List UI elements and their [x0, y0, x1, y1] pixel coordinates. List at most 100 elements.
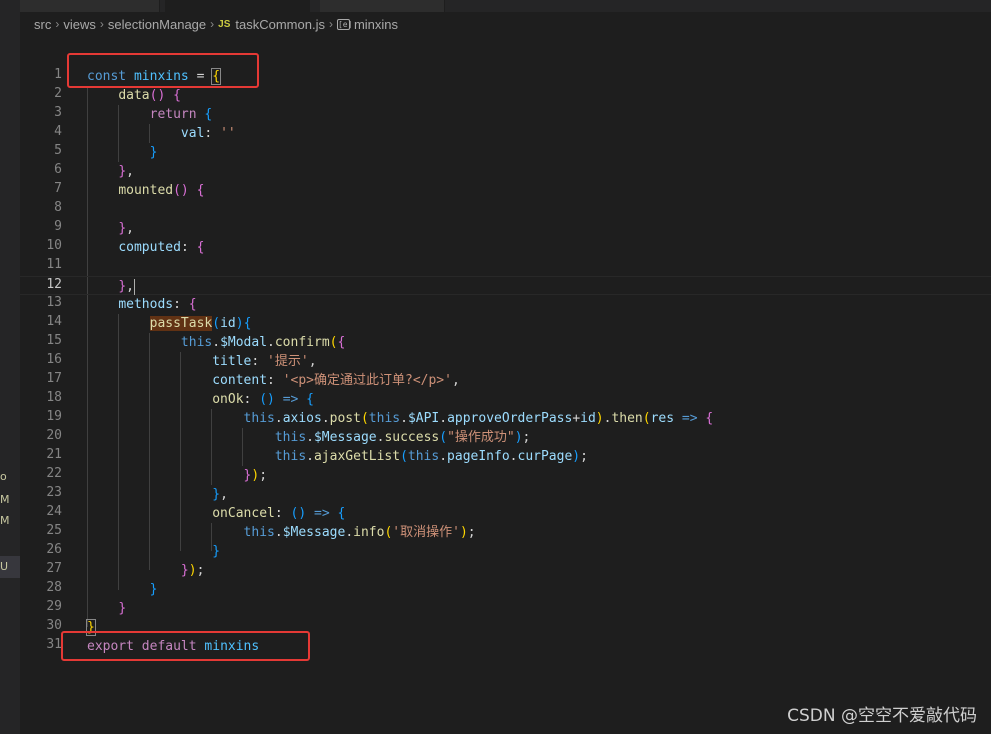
code-line[interactable]: 13 methods: { [20, 295, 991, 314]
code-line[interactable]: 4 val: '' [20, 124, 991, 143]
code-text: }, [118, 278, 135, 295]
activity-strip: o M M U [0, 0, 20, 734]
code-text: title: '提示', [212, 354, 317, 369]
code-text: } [118, 601, 127, 616]
code-text: methods: { [118, 297, 197, 312]
line-number: 24 [46, 504, 62, 519]
line-number: 23 [46, 485, 62, 500]
code-text: val: '' [180, 126, 236, 141]
code-line[interactable]: 25 this.$Message.info('取消操作'); [20, 523, 991, 542]
code-text: this.$Message.success("操作成功"); [274, 430, 531, 445]
editor-tabs [20, 0, 991, 12]
breadcrumb-symbol[interactable]: minxins [354, 17, 398, 32]
line-number: 26 [46, 542, 62, 557]
code-line[interactable]: 3 return { [20, 105, 991, 124]
git-status-mark: M [0, 514, 10, 527]
breadcrumb-src[interactable]: src [34, 17, 51, 32]
code-line[interactable]: 19 this.axios.post(this.$API.approveOrde… [20, 409, 991, 428]
line-number: 30 [46, 618, 62, 633]
line-number: 15 [46, 333, 62, 348]
code-line[interactable]: 9 }, [20, 219, 991, 238]
code-text: data() { [118, 88, 181, 103]
code-text: } [149, 145, 158, 160]
code-text: } [212, 544, 221, 559]
annotation-box-export [61, 631, 310, 661]
line-number: 10 [46, 238, 62, 253]
code-line[interactable]: 28 } [20, 580, 991, 599]
breadcrumb-folder[interactable]: selectionManage [108, 17, 206, 32]
code-line[interactable]: 18 onOk: () => { [20, 390, 991, 409]
line-number: 29 [46, 599, 62, 614]
code-line[interactable]: 5 } [20, 143, 991, 162]
code-line[interactable]: 23 }, [20, 485, 991, 504]
code-line[interactable]: 29 } [20, 599, 991, 618]
code-line[interactable]: 22 }); [20, 466, 991, 485]
line-number: 21 [46, 447, 62, 462]
code-line[interactable]: 2 data() { [20, 86, 991, 105]
code-line[interactable]: 27 }); [20, 561, 991, 580]
code-line[interactable]: 11 [20, 257, 991, 276]
git-status-mark: M [0, 493, 10, 506]
line-number: 1 [54, 67, 62, 82]
line-number: 2 [54, 86, 62, 101]
code-text: computed: { [118, 240, 205, 255]
code-line-current[interactable]: 12 }, [20, 276, 991, 295]
code-line[interactable]: 24 onCancel: () => { [20, 504, 991, 523]
code-text: }); [180, 563, 205, 578]
code-line[interactable]: 14 passTask(id){ [20, 314, 991, 333]
breadcrumb-views[interactable]: views [63, 17, 96, 32]
code-line[interactable]: 8 [20, 200, 991, 219]
code-text: }, [118, 221, 134, 236]
code-line[interactable]: 16 title: '提示', [20, 352, 991, 371]
code-line[interactable]: 26 } [20, 542, 991, 561]
javascript-file-icon: JS [218, 18, 231, 30]
chevron-right-icon: › [210, 17, 215, 31]
code-text: onCancel: () => { [212, 506, 346, 521]
line-number: 28 [46, 580, 62, 595]
code-editor[interactable]: 1 const minxins = { 2 data() { 3 return {… [20, 36, 991, 734]
git-status-mark: U [0, 560, 9, 573]
code-text: } [149, 582, 158, 597]
chevron-right-icon: › [55, 17, 60, 31]
line-number: 11 [46, 257, 62, 272]
line-number: 17 [46, 371, 62, 386]
code-text: }, [212, 487, 228, 502]
line-number: 4 [54, 124, 62, 139]
tab[interactable] [320, 0, 445, 12]
code-line[interactable]: 15 this.$Modal.confirm({ [20, 333, 991, 352]
line-number: 9 [54, 219, 62, 234]
line-number: 7 [54, 181, 62, 196]
code-text: passTask(id){ [149, 316, 252, 331]
code-line[interactable]: 17 content: '<p>确定通过此订单?</p>', [20, 371, 991, 390]
code-line[interactable]: 10 computed: { [20, 238, 991, 257]
code-line[interactable]: 7 mounted() { [20, 181, 991, 200]
line-number: 31 [46, 637, 62, 652]
line-number: 18 [46, 390, 62, 405]
code-line[interactable]: 6 }, [20, 162, 991, 181]
code-text: onOk: () => { [212, 392, 314, 407]
breadcrumb: src › views › selectionManage › JS taskC… [20, 12, 991, 36]
code-line[interactable]: 21 this.ajaxGetList(this.pageInfo.curPag… [20, 447, 991, 466]
line-number: 12 [46, 277, 62, 292]
annotation-box-const [67, 53, 259, 88]
tab[interactable] [20, 0, 160, 12]
chevron-right-icon: › [328, 17, 333, 31]
code-text: this.$Message.info('取消操作'); [243, 525, 476, 540]
chevron-right-icon: › [99, 17, 104, 31]
breadcrumb-file[interactable]: taskCommon.js [235, 17, 325, 32]
code-text: this.axios.post(this.$API.approveOrderPa… [243, 411, 714, 426]
line-number: 25 [46, 523, 62, 538]
code-text: this.ajaxGetList(this.pageInfo.curPage); [274, 449, 588, 464]
watermark: CSDN @空空不爱敲代码 [787, 706, 977, 726]
code-text: }, [118, 164, 134, 179]
code-text: content: '<p>确定通过此订单?</p>', [212, 373, 460, 388]
code-text: return { [149, 107, 213, 122]
line-number: 5 [54, 143, 62, 158]
code-line[interactable]: 20 this.$Message.success("操作成功"); [20, 428, 991, 447]
line-number: 16 [46, 352, 62, 367]
text-cursor [133, 278, 135, 295]
line-number: 20 [46, 428, 62, 443]
tab-active[interactable] [165, 0, 310, 12]
line-number: 13 [46, 295, 62, 310]
line-number: 19 [46, 409, 62, 424]
